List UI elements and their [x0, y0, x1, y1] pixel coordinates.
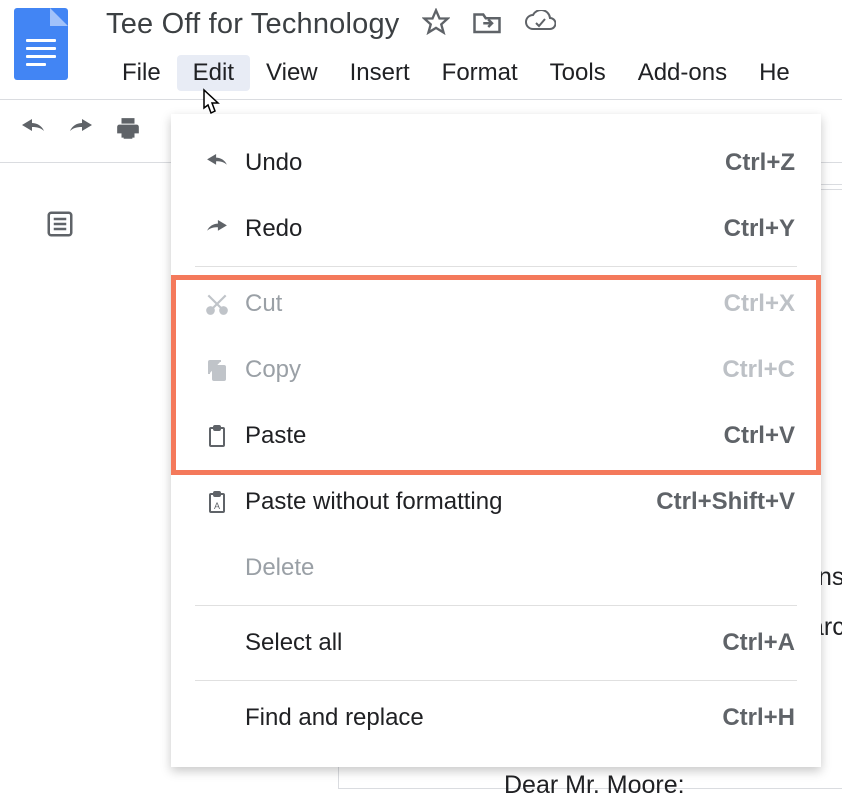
menu-item-shortcut: Ctrl+Shift+V [656, 488, 795, 516]
cut-icon [197, 291, 237, 317]
outline-sidebar[interactable] [0, 163, 120, 797]
menu-item-redo[interactable]: Redo Ctrl+Y [171, 196, 821, 262]
menu-separator [195, 266, 797, 267]
doc-content-frag1: ns [818, 563, 842, 592]
menu-item-label: Redo [245, 215, 724, 243]
svg-text:A: A [214, 501, 220, 511]
print-icon[interactable] [114, 116, 142, 147]
cloud-status-icon[interactable] [524, 10, 556, 39]
menu-item-paste[interactable]: Paste Ctrl+V [171, 403, 821, 469]
menu-item-label: Paste without formatting [245, 488, 656, 516]
menu-item-delete: Delete [171, 535, 821, 601]
menu-item-cut[interactable]: Cut Ctrl+X [171, 271, 821, 337]
menu-item-label: Delete [245, 554, 795, 582]
redo-icon[interactable] [66, 119, 96, 144]
menu-addons[interactable]: Add-ons [622, 55, 743, 91]
docs-logo-icon[interactable] [14, 8, 68, 80]
menu-separator [195, 680, 797, 681]
menu-item-undo[interactable]: Undo Ctrl+Z [171, 130, 821, 196]
menu-item-label: Select all [245, 629, 722, 657]
menu-item-shortcut: Ctrl+H [722, 704, 795, 732]
menu-item-shortcut: Ctrl+Y [724, 215, 795, 243]
menu-edit[interactable]: Edit [177, 55, 250, 91]
move-folder-icon[interactable] [472, 9, 502, 40]
paste-icon [197, 422, 237, 450]
menu-view[interactable]: View [250, 55, 334, 91]
menu-file[interactable]: File [106, 55, 177, 91]
star-icon[interactable] [422, 8, 450, 41]
document-title[interactable]: Tee Off for Technology [106, 8, 400, 41]
menu-format[interactable]: Format [426, 55, 534, 91]
app-header: Tee Off for Technology File [0, 0, 842, 91]
menu-help-cut[interactable]: He [743, 55, 806, 91]
menu-item-shortcut: Ctrl+X [724, 290, 795, 318]
menu-insert[interactable]: Insert [334, 55, 426, 91]
edit-dropdown: Undo Ctrl+Z Redo Ctrl+Y Cut Ctrl+X Copy … [171, 114, 821, 767]
menu-item-shortcut: Ctrl+Z [725, 149, 795, 177]
menu-item-label: Paste [245, 422, 724, 450]
doc-salutation: Dear Mr. Moore: [504, 771, 685, 800]
menu-item-label: Copy [245, 356, 722, 384]
menu-item-shortcut: Ctrl+A [722, 629, 795, 657]
menu-item-label: Undo [245, 149, 725, 177]
undo-icon[interactable] [18, 119, 48, 144]
menu-item-shortcut: Ctrl+C [722, 356, 795, 384]
undo-icon [197, 154, 237, 172]
menu-bar: File Edit View Insert Format Tools Add-o… [106, 55, 842, 91]
outline-icon [43, 209, 77, 239]
menu-item-label: Find and replace [245, 704, 722, 732]
menu-item-label: Cut [245, 290, 724, 318]
menu-tools[interactable]: Tools [534, 55, 622, 91]
menu-separator [195, 605, 797, 606]
redo-icon [197, 220, 237, 238]
menu-item-paste-plain[interactable]: A Paste without formatting Ctrl+Shift+V [171, 469, 821, 535]
paste-plain-icon: A [197, 488, 237, 516]
menu-item-copy[interactable]: Copy Ctrl+C [171, 337, 821, 403]
copy-icon [197, 357, 237, 383]
menu-item-find-replace[interactable]: Find and replace Ctrl+H [171, 685, 821, 751]
menu-item-select-all[interactable]: Select all Ctrl+A [171, 610, 821, 676]
menu-item-shortcut: Ctrl+V [724, 422, 795, 450]
